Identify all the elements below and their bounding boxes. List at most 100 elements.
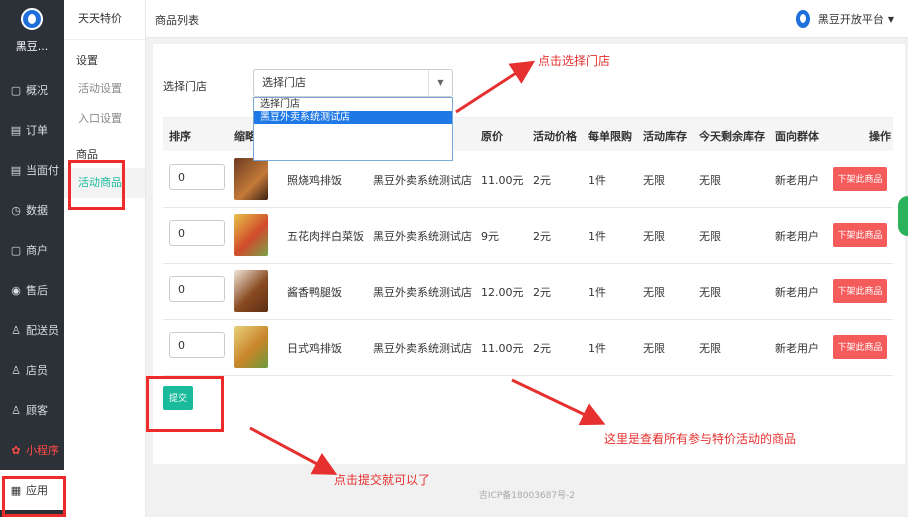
annotation-box-app: [2, 476, 66, 517]
product-name: 照烧鸡排饭: [287, 174, 342, 187]
sidebar-item-label: 商户: [26, 244, 48, 257]
audience: 新老用户: [775, 286, 819, 299]
store-name: 黑豆外卖系统测试店: [373, 342, 472, 355]
sidebar-item-label: 数据: [26, 204, 48, 217]
remaining-stock: 无限: [699, 286, 721, 299]
subnav-item-entry-settings[interactable]: 入口设置: [64, 104, 145, 134]
audience: 新老用户: [775, 342, 819, 355]
audience: 新老用户: [775, 174, 819, 187]
th-limit: 每单限购: [588, 130, 632, 143]
sort-input[interactable]: [169, 276, 225, 302]
activity-stock: 无限: [643, 286, 665, 299]
sidebar-item[interactable]: ♙ 配送员: [0, 310, 64, 350]
table-row: 酱香鸭腿饭 黑豆外卖系统测试店 12.00元 2元 1件 无限 无限 新老用户 下架此商品: [163, 264, 893, 320]
table-row: 日式鸡排饭 黑豆外卖系统测试店 11.00元 2元 1件 无限 无限 新老用户 下架此商品: [163, 320, 893, 376]
subnav-title: 天天特价: [64, 0, 145, 40]
top-bar: 商品列表 黑豆开放平台 ▼: [146, 0, 908, 38]
th-action: 操作: [869, 130, 891, 143]
activity-stock: 无限: [643, 174, 665, 187]
audience: 新老用户: [775, 230, 819, 243]
nav-icon: ◷: [11, 203, 21, 217]
platform-menu[interactable]: 黑豆开放平台 ▼: [795, 10, 894, 28]
sidebar-item-label: 店员: [26, 364, 48, 377]
subnav-group-settings: 设置: [76, 54, 98, 67]
sidebar-item-label: 当面付: [26, 164, 59, 177]
sidebar-item-label: 小程序: [26, 444, 59, 457]
delist-product-button[interactable]: 下架此商品: [833, 335, 887, 359]
activity-price: 2元: [533, 230, 551, 243]
sidebar-item[interactable]: ♙ 顾客: [0, 390, 64, 430]
store-name: 黑豆外卖系统测试店: [373, 174, 472, 187]
sidebar-item-label: 配送员: [26, 324, 59, 337]
remaining-stock: 无限: [699, 174, 721, 187]
sort-input[interactable]: [169, 220, 225, 246]
sidebar-item[interactable]: ▢ 商户: [0, 230, 64, 270]
sidebar-item[interactable]: ▢ 概况: [0, 70, 64, 110]
nav-icon: ▢: [10, 83, 22, 97]
store-option[interactable]: 选择门店: [254, 98, 452, 111]
product-thumbnail: [234, 158, 268, 200]
store-select[interactable]: 选择门店 ▼: [253, 69, 453, 97]
nav-icon: ▤: [10, 123, 22, 137]
delist-product-button[interactable]: 下架此商品: [833, 223, 887, 247]
sidebar-item[interactable]: ◉ 售后: [0, 270, 64, 310]
breadcrumb: 商品列表: [155, 14, 199, 27]
chevron-down-icon: ▼: [428, 70, 452, 96]
nav-icon: ♙: [11, 403, 21, 417]
platform-logo-icon: [795, 10, 810, 28]
purchase-limit: 1件: [588, 286, 606, 299]
original-price: 11.00元: [481, 342, 524, 355]
nav-icon: ✿: [11, 443, 21, 457]
main-sidebar: 黑豆... ▢ 概况 ▤ 订单 ▤ 当面付 ◷ 数据 ▢ 商户 ◉ 售后 ♙ 配送员 ♙ 店员 ♙ 顾客 ✿ 小程序 ▦…: [0, 0, 64, 517]
activity-price: 2元: [533, 286, 551, 299]
original-price: 9元: [481, 230, 499, 243]
th-audience: 面向群体: [775, 130, 819, 143]
sidebar-item[interactable]: ◷ 数据: [0, 190, 64, 230]
sidebar-item[interactable]: ♙ 店员: [0, 350, 64, 390]
original-price: 12.00元: [481, 286, 524, 299]
sidebar-item-label: 售后: [26, 284, 48, 297]
product-thumbnail: [234, 270, 268, 312]
nav-icon: ▢: [10, 243, 22, 257]
product-name: 酱香鸭腿饭: [287, 286, 342, 299]
side-float-tab[interactable]: [898, 196, 908, 236]
nav-icon: ♙: [11, 363, 21, 377]
content-card: 选择门店 选择门店 ▼ 选择门店 黑豆外卖系统测试店 排序 缩略 原价 活动价格…: [153, 44, 905, 464]
product-thumbnail: [234, 326, 268, 368]
th-stock: 活动库存: [643, 130, 687, 143]
activity-price: 2元: [533, 174, 551, 187]
logo-area: 黑豆...: [0, 0, 64, 70]
purchase-limit: 1件: [588, 174, 606, 187]
th-sort: 排序: [169, 130, 191, 143]
store-dropdown: 选择门店 黑豆外卖系统测试店: [253, 97, 453, 161]
activity-stock: 无限: [643, 230, 665, 243]
original-price: 11.00元: [481, 174, 524, 187]
store-name: 黑豆外卖系统测试店: [373, 230, 472, 243]
store-select-value: 选择门店: [262, 76, 306, 89]
purchase-limit: 1件: [588, 342, 606, 355]
delist-product-button[interactable]: 下架此商品: [833, 279, 887, 303]
sidebar-item-label: 概况: [26, 84, 48, 97]
remaining-stock: 无限: [699, 342, 721, 355]
footer-icp: 吉ICP备18003687号-2: [478, 491, 576, 501]
subnav-item-activity-settings[interactable]: 活动设置: [64, 74, 145, 104]
sidebar-item[interactable]: ▤ 当面付: [0, 150, 64, 190]
store-option-selected[interactable]: 黑豆外卖系统测试店: [254, 111, 452, 124]
store-filter-label: 选择门店: [163, 80, 207, 93]
sidebar-item[interactable]: ▤ 订单: [0, 110, 64, 150]
sort-input[interactable]: [169, 164, 225, 190]
table-row: 五花肉拌白菜饭黑豆外卖系统测试店 9元 2元 1件 无限 无限 新老用户 下架此商品: [163, 208, 893, 264]
sidebar-nav: ▢ 概况 ▤ 订单 ▤ 当面付 ◷ 数据 ▢ 商户 ◉ 售后 ♙ 配送员 ♙ 店员 ♙ 顾客 ✿ 小程序 ▦ 应用: [0, 70, 64, 510]
activity-price: 2元: [533, 342, 551, 355]
product-name: 日式鸡排饭: [287, 342, 342, 355]
annotation-click-submit: 点击提交就可以了: [334, 473, 431, 487]
sidebar-item-label: 订单: [26, 124, 48, 137]
activity-stock: 无限: [643, 342, 665, 355]
logo-text: 黑豆...: [15, 40, 49, 53]
delist-product-button[interactable]: 下架此商品: [833, 167, 887, 191]
sidebar-item[interactable]: ✿ 小程序: [0, 430, 64, 470]
th-remaining: 今天剩余库存: [699, 130, 765, 143]
sort-input[interactable]: [169, 332, 225, 358]
annotation-select-store: 点击选择门店: [538, 54, 611, 68]
annotation-box-goods: [68, 160, 125, 210]
